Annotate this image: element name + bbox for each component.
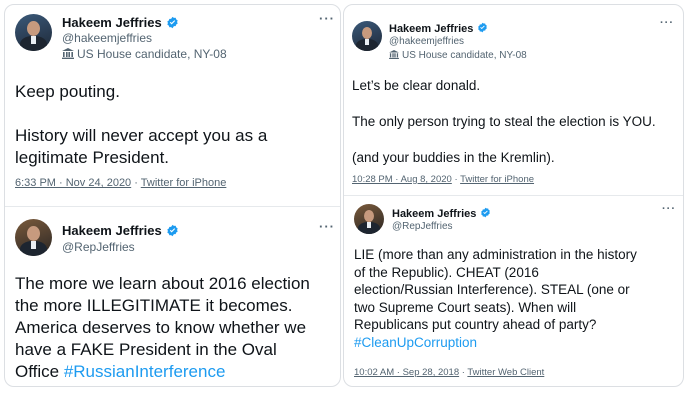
tweet-line xyxy=(352,95,656,113)
tweet-line: Republicans put country ahead of party? xyxy=(354,317,597,332)
avatar[interactable] xyxy=(354,204,384,234)
verified-badge-icon xyxy=(480,207,491,221)
verified-badge-icon xyxy=(166,224,179,240)
more-options-icon[interactable]: ··· xyxy=(660,17,674,29)
hashtag-link[interactable]: #CleanUpCorruption xyxy=(354,335,477,350)
author-name[interactable]: Hakeem Jeffries xyxy=(62,15,179,32)
tweet-line: two Supreme Court seats). When will xyxy=(354,299,577,315)
tweet-line: Let’s be clear donald. xyxy=(352,78,481,93)
tweet-line xyxy=(352,131,656,149)
more-options-icon[interactable]: ··· xyxy=(319,219,335,234)
tweet-text: Let’s be clear donald. The only person t… xyxy=(352,77,656,167)
author-name[interactable]: Hakeem Jeffries xyxy=(392,207,491,221)
tweet-line: election/Russian Interference). STEAL (o… xyxy=(354,282,630,297)
more-options-icon[interactable]: ··· xyxy=(662,203,676,215)
tweet-line: The more we learn about 2016 election xyxy=(15,274,310,293)
tweet-line: History will never accept you as a xyxy=(15,126,268,145)
tweet-line: the more ILLEGITIMATE it becomes. xyxy=(15,296,293,315)
verified-badge-icon xyxy=(477,22,488,36)
timestamp-link[interactable]: 6:33 PM · Nov 24, 2020 xyxy=(15,177,131,189)
left-tweet-panel: Hakeem Jeffries @hakeemjeffries US House… xyxy=(4,4,341,387)
source-link[interactable]: Twitter Web Client xyxy=(467,367,544,378)
tweet-text: Keep pouting. History will never accept … xyxy=(15,81,267,169)
verified-badge-icon xyxy=(166,16,179,32)
meta-separator: · xyxy=(451,174,461,185)
candidate-label-text: US House candidate, NY-08 xyxy=(402,50,527,61)
tweet-line: (and your buddies in the Kremlin). xyxy=(352,150,555,165)
avatar[interactable] xyxy=(352,21,382,51)
timestamp-link[interactable]: 10:02 AM · Sep 28, 2018 xyxy=(354,367,459,378)
author-name[interactable]: Hakeem Jeffries xyxy=(62,223,179,240)
government-building-icon xyxy=(389,50,399,62)
tweet-line: The only person trying to steal the elec… xyxy=(352,114,656,129)
candidate-label: US House candidate, NY-08 xyxy=(62,47,227,62)
tweet-line: legitimate President. xyxy=(15,148,170,167)
author-name-text: Hakeem Jeffries xyxy=(62,223,162,238)
tweet-text: The more we learn about 2016 election th… xyxy=(15,273,310,383)
author-handle[interactable]: @hakeemjeffries xyxy=(62,31,152,45)
right-tweet-panel: Hakeem Jeffries @hakeemjeffries US House… xyxy=(343,4,684,387)
source-link[interactable]: Twitter for iPhone xyxy=(460,174,534,185)
avatar[interactable] xyxy=(15,14,52,51)
tweet-line: America deserves to know whether we xyxy=(15,318,307,337)
tweet-meta: 10:02 AM · Sep 28, 2018 · Twitter Web Cl… xyxy=(354,367,544,378)
candidate-label-text: US House candidate, NY-08 xyxy=(77,47,227,61)
tweet-line: of the Republic). CHEAT (2016 xyxy=(354,264,539,280)
author-name-text: Hakeem Jeffries xyxy=(389,22,474,35)
author-name-text: Hakeem Jeffries xyxy=(62,15,162,30)
government-building-icon xyxy=(62,48,74,62)
avatar[interactable] xyxy=(15,219,52,256)
tweet-card-4[interactable]: Hakeem Jeffries @RepJeffries ··· LIE (mo… xyxy=(344,196,685,386)
tweet-card-1[interactable]: Hakeem Jeffries @hakeemjeffries US House… xyxy=(5,5,342,205)
tweet-text: LIE (more than any administration in the… xyxy=(354,246,637,351)
tweet-card-2[interactable]: Hakeem Jeffries @RepJeffries ··· The mor… xyxy=(5,207,342,387)
hashtag-link[interactable]: #RussianInterference xyxy=(64,362,226,381)
candidate-label: US House candidate, NY-08 xyxy=(389,50,527,62)
tweet-line xyxy=(15,103,267,125)
author-handle[interactable]: @RepJeffries xyxy=(62,240,135,254)
meta-separator: · xyxy=(131,177,141,189)
tweet-meta: 6:33 PM · Nov 24, 2020 · Twitter for iPh… xyxy=(15,177,226,189)
tweet-meta: 10:28 PM · Aug 8, 2020 · Twitter for iPh… xyxy=(352,174,534,185)
author-handle[interactable]: @hakeemjeffries xyxy=(389,36,464,47)
timestamp-link[interactable]: 10:28 PM · Aug 8, 2020 xyxy=(352,174,452,185)
tweet-line: Office #RussianInterference xyxy=(15,361,310,383)
tweet-line: have a FAKE President in the Oval xyxy=(15,340,277,359)
tweet-card-3[interactable]: Hakeem Jeffries @hakeemjeffries US House… xyxy=(344,5,685,195)
author-name-text: Hakeem Jeffries xyxy=(392,207,477,220)
author-name[interactable]: Hakeem Jeffries xyxy=(389,22,488,36)
tweet-line: #CleanUpCorruption xyxy=(354,334,637,352)
source-link[interactable]: Twitter for iPhone xyxy=(141,177,227,189)
more-options-icon[interactable]: ··· xyxy=(319,11,335,26)
tweet-line: LIE (more than any administration in the… xyxy=(354,247,637,262)
author-handle[interactable]: @RepJeffries xyxy=(392,221,453,232)
tweet-line: Keep pouting. xyxy=(15,82,120,101)
tweet-line-text: Office xyxy=(15,362,64,381)
